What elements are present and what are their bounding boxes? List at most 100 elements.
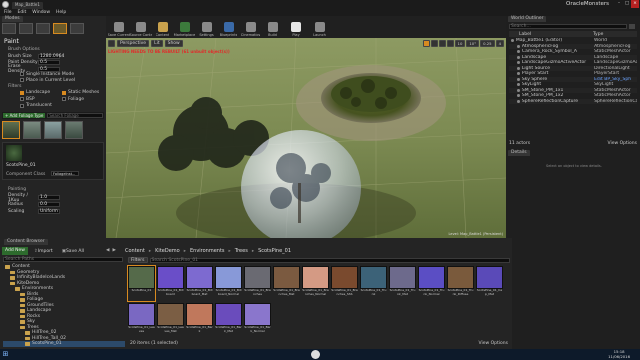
- geometry-mode-icon[interactable]: [70, 23, 84, 34]
- asset-tile[interactable]: ScotsPine_01_Branches_SSS: [331, 266, 358, 301]
- asset-tile[interactable]: ScotsPine_01_Branches: [244, 266, 271, 301]
- outliner-view-options[interactable]: View Options: [608, 141, 637, 146]
- translate-icon[interactable]: [422, 40, 430, 47]
- checkbox-icon[interactable]: [62, 97, 66, 101]
- snap-value[interactable]: 10: [454, 40, 466, 47]
- checkbox-icon[interactable]: [62, 90, 66, 95]
- place-mode-icon[interactable]: [2, 23, 16, 34]
- settings-button[interactable]: Settings: [196, 16, 217, 38]
- checkbox-icon[interactable]: [20, 97, 24, 101]
- asset-tile[interactable]: ScotsPine_01_Billboard_Mat: [186, 266, 213, 301]
- rotate-icon[interactable]: [430, 40, 438, 47]
- blueprints-button[interactable]: Blueprints: [218, 16, 239, 38]
- forward-icon[interactable]: ▶: [112, 248, 115, 253]
- folder-item[interactable]: ScotsPine_01: [3, 341, 125, 347]
- lit-button[interactable]: Lit: [151, 40, 163, 47]
- build-button[interactable]: Build: [262, 16, 283, 38]
- start-icon[interactable]: ⊞: [0, 349, 11, 360]
- details-tab[interactable]: Details: [508, 150, 530, 156]
- viewport-options-button[interactable]: [108, 40, 115, 47]
- menu-file[interactable]: File: [4, 10, 12, 15]
- visibility-icon[interactable]: [517, 44, 520, 48]
- menu-edit[interactable]: Edit: [18, 10, 27, 15]
- paint-mode-icon[interactable]: [19, 23, 33, 34]
- visibility-icon[interactable]: [517, 83, 520, 87]
- asset-tile[interactable]: ScotsPine_01_Trunk_Normal: [418, 266, 445, 301]
- content-browser-tab[interactable]: Content Browser: [4, 239, 48, 245]
- asset-tile[interactable]: ScotsPine_01_Bark_Mat: [215, 303, 242, 338]
- filter-landscape[interactable]: Landscape: [20, 90, 62, 95]
- asset-tile[interactable]: ScotsPine_01_Leaves_Mat: [157, 303, 184, 338]
- save-current-button[interactable]: Save Current: [108, 16, 130, 38]
- foliage-thumb-4[interactable]: [65, 121, 83, 139]
- play-button[interactable]: Play: [284, 16, 308, 38]
- menu-help[interactable]: Help: [56, 10, 66, 15]
- add-foliage-type-button[interactable]: + Add Foliage Type: [3, 113, 46, 118]
- checkbox-icon[interactable]: [20, 78, 24, 82]
- minimize-icon[interactable]: –: [615, 0, 623, 8]
- import-button[interactable]: ⇪ Import: [31, 247, 56, 255]
- asset-tile[interactable]: ScotsPine_01: [127, 265, 156, 302]
- asset-tile[interactable]: ScotsPine_01_Trunk_Mat: [389, 266, 416, 301]
- brush-field-value[interactable]: 1280.0964: [38, 53, 64, 59]
- launch-button[interactable]: Launch: [309, 16, 330, 38]
- foliage-mode-icon[interactable]: [53, 23, 67, 34]
- source-control-button[interactable]: Source Control: [130, 16, 152, 38]
- checkbox-icon[interactable]: [20, 72, 24, 76]
- foliage-thumb-1[interactable]: [2, 121, 20, 139]
- search-paths-input[interactable]: Search Paths: [3, 257, 123, 262]
- visibility-icon[interactable]: [517, 50, 520, 54]
- scale-icon[interactable]: [438, 40, 446, 47]
- add-new-button[interactable]: Add New: [2, 247, 28, 255]
- snap-value[interactable]: 0.25: [480, 40, 495, 47]
- asset-tile[interactable]: ScotsPine_01_Branches_Normal: [302, 266, 329, 301]
- foliage-thumb-3[interactable]: [44, 121, 62, 139]
- visibility-icon[interactable]: [517, 55, 520, 59]
- filter-translucent[interactable]: Translucent: [20, 103, 62, 108]
- brush-check[interactable]: Place in Current Level: [20, 77, 100, 83]
- visibility-icon[interactable]: [517, 88, 520, 92]
- content-view-options[interactable]: View Options: [479, 341, 508, 346]
- checkbox-icon[interactable]: [20, 103, 24, 108]
- component-class-select[interactable]: FoliageInst...: [51, 171, 79, 176]
- painting-field-value[interactable]: 0.0: [38, 202, 60, 207]
- breadcrumb-item[interactable]: Content: [125, 248, 145, 254]
- visibility-icon[interactable]: [517, 61, 520, 65]
- visibility-icon[interactable]: [517, 77, 520, 81]
- taskbar-app-icon[interactable]: [311, 350, 320, 359]
- filter-bsp[interactable]: BSP: [20, 97, 62, 102]
- visibility-icon[interactable]: [517, 66, 520, 70]
- visibility-icon[interactable]: [511, 39, 514, 43]
- back-icon[interactable]: ◀: [106, 248, 109, 253]
- outliner-row[interactable]: SphereReflectionCapture SphereReflectionC…: [509, 98, 637, 104]
- asset-tile[interactable]: ScotsPine_01_Cap_Mat: [476, 266, 503, 301]
- visibility-icon[interactable]: [517, 99, 520, 103]
- breadcrumb-item[interactable]: Trees: [235, 248, 248, 254]
- breadcrumb-item[interactable]: ScotsPine_01: [258, 248, 291, 254]
- asset-tile[interactable]: ScotsPine_01_Trunk: [360, 266, 387, 301]
- marketplace-button[interactable]: Marketplace: [174, 16, 195, 38]
- app-tab[interactable]: Map_Battle1: [12, 2, 43, 9]
- breadcrumb-item[interactable]: KiteDemo: [155, 248, 180, 254]
- save-all-button[interactable]: ▣ Save All: [59, 247, 87, 255]
- asset-tile[interactable]: ScotsPine_01_Branches_Mat: [273, 266, 300, 301]
- asset-tile[interactable]: ScotsPine_01_Billboard: [157, 266, 184, 301]
- visibility-icon[interactable]: [517, 72, 520, 76]
- asset-tile[interactable]: ScotsPine_01_Leaves: [128, 303, 155, 338]
- snap-value[interactable]: 10°: [466, 40, 480, 47]
- filters-button[interactable]: Filters: [128, 257, 148, 263]
- outliner-tab[interactable]: World Outliner: [508, 16, 547, 22]
- snap-value[interactable]: 4: [495, 40, 504, 47]
- show-button[interactable]: Show: [164, 40, 183, 47]
- landscape-mode-icon[interactable]: [36, 23, 50, 34]
- outliner-settings-icon[interactable]: [629, 24, 635, 29]
- filter-static-meshes[interactable]: Static Meshes: [62, 90, 104, 95]
- asset-search-input[interactable]: Search ScotsPine_01: [149, 257, 510, 263]
- maximize-icon[interactable]: □: [623, 0, 631, 8]
- close-icon[interactable]: ×: [631, 0, 639, 8]
- asset-tile[interactable]: ScotsPine_01_Billboard_Normal: [215, 266, 242, 301]
- outliner-search-input[interactable]: Search...: [509, 24, 627, 29]
- asset-tile[interactable]: ScotsPine_01_Trunk_Diffuse: [447, 266, 474, 301]
- filter-foliage[interactable]: Foliage: [62, 97, 104, 102]
- foliage-search-input[interactable]: Search Foliage: [47, 113, 103, 118]
